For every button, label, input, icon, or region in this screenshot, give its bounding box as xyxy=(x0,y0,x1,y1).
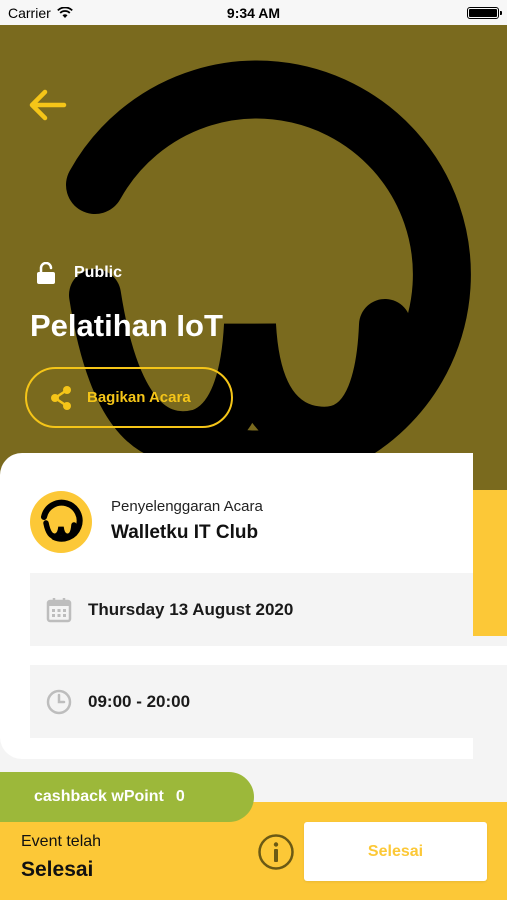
back-arrow-icon xyxy=(29,89,67,121)
divider xyxy=(473,646,507,665)
event-time: 09:00 - 20:00 xyxy=(88,691,191,711)
organizer-logo xyxy=(30,491,92,553)
event-date: Thursday 13 August 2020 xyxy=(88,599,294,619)
privacy-label: Public xyxy=(74,264,123,281)
cashback-badge: cashback wPoint 0 xyxy=(0,772,254,822)
share-event-button[interactable]: Bagikan Acara xyxy=(25,367,233,428)
info-icon xyxy=(258,834,294,870)
finished-button[interactable]: Selesai xyxy=(304,822,487,881)
back-button[interactable] xyxy=(28,88,68,122)
organizer-name: Walletku IT Club xyxy=(111,522,259,543)
event-date-row: Thursday 13 August 2020 xyxy=(30,573,473,646)
event-time-row: 09:00 - 20:00 xyxy=(30,665,473,738)
unlock-icon xyxy=(37,262,55,284)
privacy-status: Public xyxy=(36,262,122,284)
share-event-label: Bagikan Acara xyxy=(87,389,191,406)
cashback-value: 0 xyxy=(175,788,185,805)
event-status-value: Selesai xyxy=(21,858,94,881)
status-bar: Carrier 9:34 AM xyxy=(0,0,507,25)
organizer-label: Penyelenggaran Acara xyxy=(111,498,263,515)
cashback-label: cashback wPoint xyxy=(34,788,164,805)
battery-icon xyxy=(467,7,502,19)
info-button[interactable] xyxy=(257,833,295,871)
share-icon xyxy=(51,385,71,410)
event-status-label: Event telah xyxy=(21,833,102,850)
clock-icon xyxy=(46,689,72,714)
calendar-icon xyxy=(46,597,72,622)
event-title: Pelatihan IoT xyxy=(30,308,223,343)
status-time: 9:34 AM xyxy=(226,5,281,21)
yellow-accent-strip xyxy=(470,490,507,636)
